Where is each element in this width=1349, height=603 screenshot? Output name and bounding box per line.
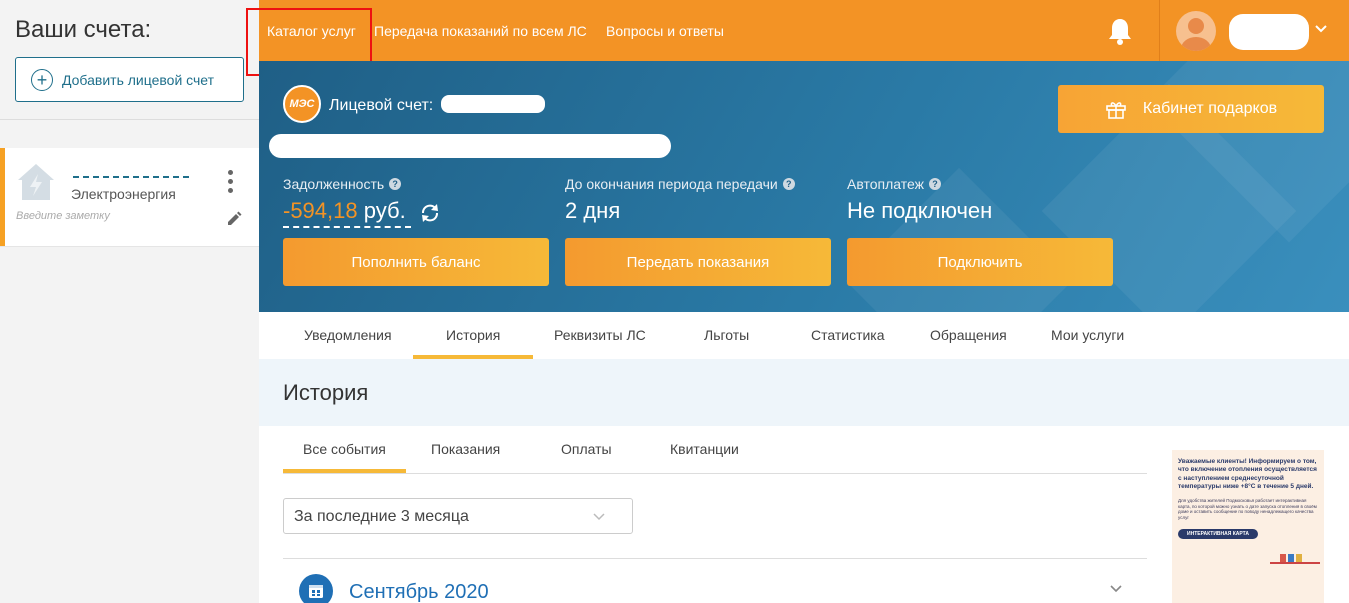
- account-card[interactable]: Электроэнергия Введите заметку: [0, 148, 259, 246]
- account-label: Лицевой счет:: [329, 97, 434, 114]
- section-divider: [283, 558, 1147, 559]
- help-icon[interactable]: ?: [389, 178, 402, 190]
- heating-promo-banner[interactable]: Уважаемые клиенты! Информируем о том, чт…: [1172, 450, 1324, 603]
- period-select-value: За последние 3 месяца: [294, 508, 469, 525]
- nav-link-faq[interactable]: Вопросы и ответы: [606, 23, 724, 39]
- username-redacted[interactable]: [1229, 14, 1309, 50]
- tab-my-services[interactable]: Мои услуги: [1051, 327, 1124, 343]
- gift-cabinet-label: Кабинет подарков: [1142, 100, 1278, 117]
- tab-requests[interactable]: Обращения: [930, 327, 1007, 343]
- month-heading[interactable]: Сентябрь 2020: [349, 581, 489, 603]
- tab-benefits[interactable]: Льготы: [704, 327, 749, 343]
- subtab-divider: [283, 473, 1147, 474]
- avatar[interactable]: [1176, 11, 1216, 51]
- debt-amount: -594,18: [283, 198, 358, 223]
- tab-requisites[interactable]: Реквизиты ЛС: [554, 327, 646, 343]
- chevron-down-icon[interactable]: [1314, 24, 1328, 34]
- topbar-separator: [1159, 0, 1160, 61]
- more-options-icon[interactable]: [225, 170, 235, 193]
- debt-label: Задолженность: [283, 176, 385, 192]
- add-account-label: Добавить лицевой счет: [62, 71, 215, 88]
- connect-autopay-button[interactable]: Подключить: [847, 238, 1113, 286]
- top-navigation-bar: Каталог услуг Передача показаний по всем…: [259, 0, 1349, 61]
- nav-link-submit-all[interactable]: Передача показаний по всем ЛС: [374, 23, 587, 39]
- submit-readings-button[interactable]: Передать показания: [565, 238, 831, 286]
- sidebar-title: Ваши счета:: [15, 16, 152, 43]
- page-title: История: [283, 380, 369, 405]
- debt-underline: [283, 226, 411, 228]
- account-type: Электроэнергия: [71, 186, 176, 202]
- active-subtab-indicator: [283, 469, 406, 473]
- topup-balance-button[interactable]: Пополнить баланс: [283, 238, 549, 286]
- debt-label-row: Задолженность ?: [283, 176, 402, 192]
- promo-text: Для удобства жителей Подмосковья работае…: [1178, 497, 1317, 521]
- period-select[interactable]: За последние 3 месяца: [283, 498, 633, 534]
- autopay-value: Не подключен: [847, 198, 993, 223]
- tab-statistics[interactable]: Статистика: [811, 327, 885, 343]
- account-number-redacted: [441, 95, 545, 113]
- chevron-down-icon[interactable]: [1109, 584, 1123, 594]
- account-tabs: Уведомления История Реквизиты ЛС Льготы …: [259, 312, 1349, 359]
- note-placeholder[interactable]: Введите заметку: [16, 210, 110, 222]
- bell-icon[interactable]: [1107, 17, 1133, 45]
- subtab-readings[interactable]: Показания: [431, 441, 500, 457]
- subtab-receipts[interactable]: Квитанции: [670, 441, 739, 457]
- gift-cabinet-button[interactable]: Кабинет подарков: [1058, 85, 1324, 133]
- help-icon[interactable]: ?: [782, 178, 795, 190]
- autopay-label: Автоплатеж: [847, 176, 924, 192]
- promo-heading: Уважаемые клиенты! Информируем о том, чт…: [1178, 458, 1317, 491]
- history-content: Все события Показания Оплаты Квитанции З…: [259, 426, 1349, 603]
- company-logo: МЭС: [283, 85, 321, 123]
- account-number-underline: [73, 176, 189, 178]
- account-summary-banner: МЭС Лицевой счет: Кабинет подарков Задол…: [259, 61, 1349, 312]
- plus-icon: +: [31, 68, 53, 91]
- chevron-down-icon: [593, 513, 605, 521]
- gift-icon: [1106, 102, 1126, 119]
- period-value: 2 дня: [565, 198, 621, 223]
- period-label: До окончания периода передачи: [565, 176, 778, 192]
- accounts-sidebar: Ваши счета: + Добавить лицевой счет Элек…: [0, 0, 259, 603]
- calendar-icon: [299, 574, 333, 603]
- add-account-button[interactable]: + Добавить лицевой счет: [15, 57, 244, 102]
- help-icon[interactable]: ?: [929, 178, 941, 190]
- pencil-icon[interactable]: [225, 210, 243, 228]
- interactive-map-button[interactable]: ИНТЕРАКТИВНАЯ КАРТА: [1178, 529, 1258, 540]
- shelf-graphic: [1270, 562, 1320, 564]
- period-label-row: До окончания периода передачи ?: [565, 176, 795, 192]
- sidebar-bottom-line: [0, 246, 259, 247]
- sidebar-divider: [0, 119, 259, 120]
- subtab-all-events[interactable]: Все события: [303, 441, 386, 457]
- subtab-payments[interactable]: Оплаты: [561, 441, 612, 457]
- address-redacted: [269, 134, 671, 158]
- user-icon: [1181, 18, 1211, 51]
- house-lightning-icon: [18, 164, 54, 200]
- refresh-icon[interactable]: [419, 202, 441, 224]
- debt-currency: руб.: [363, 198, 406, 223]
- tab-notifications[interactable]: Уведомления: [304, 327, 392, 343]
- tab-history[interactable]: История: [446, 327, 500, 343]
- debt-value: -594,18 руб.: [283, 198, 406, 224]
- history-header: История: [259, 359, 1349, 426]
- autopay-label-row: Автоплатеж ?: [847, 176, 941, 192]
